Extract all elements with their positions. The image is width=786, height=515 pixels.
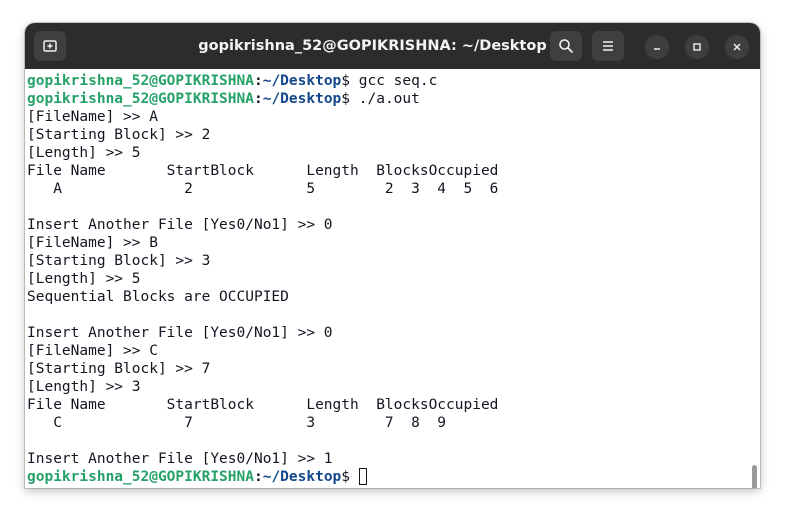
output-line: File Name StartBlock Length BlocksOccupi… bbox=[27, 163, 499, 179]
prompt-user-host: gopikrishna_52@GOPIKRISHNA bbox=[27, 469, 254, 485]
new-tab-button[interactable] bbox=[34, 31, 66, 61]
output-line: [Starting Block] >> 7 bbox=[27, 361, 211, 377]
prompt-user-host: gopikrishna_52@GOPIKRISHNA bbox=[27, 91, 254, 107]
command-text bbox=[350, 469, 359, 485]
window-title: gopikrishna_52@GOPIKRISHNA: ~/Desktop bbox=[198, 38, 547, 54]
prompt-symbol: $ bbox=[341, 73, 351, 89]
prompt-colon: : bbox=[253, 73, 263, 89]
title-bar: gopikrishna_52@GOPIKRISHNA: ~/Desktop bbox=[25, 23, 760, 69]
command-text: gcc seq.c bbox=[350, 73, 438, 89]
prompt-user-host: gopikrishna_52@GOPIKRISHNA bbox=[27, 73, 254, 89]
minimize-button[interactable] bbox=[645, 35, 669, 59]
prompt-path: ~/Desktop bbox=[262, 91, 342, 107]
maximize-icon bbox=[693, 43, 701, 51]
terminal-output[interactable]: gopikrishna_52@GOPIKRISHNA:~/Desktop$ gc… bbox=[25, 69, 760, 488]
search-icon bbox=[559, 39, 573, 53]
minimize-icon bbox=[654, 48, 660, 50]
prompt-line: gopikrishna_52@GOPIKRISHNA:~/Desktop$ bbox=[27, 468, 498, 486]
output-line: File Name StartBlock Length BlocksOccupi… bbox=[27, 397, 499, 413]
output-line: Insert Another File [Yes0/No1] >> 0 bbox=[27, 217, 333, 233]
output-line: Sequential Blocks are OCCUPIED bbox=[27, 289, 289, 305]
output-line: [Starting Block] >> 2 bbox=[27, 127, 211, 143]
output-line: [FileName] >> A bbox=[27, 109, 158, 125]
prompt-colon: : bbox=[253, 469, 263, 485]
output-line: Insert Another File [Yes0/No1] >> 1 bbox=[27, 451, 333, 467]
output-line: C 7 3 7 8 9 bbox=[27, 415, 447, 431]
prompt-path: ~/Desktop bbox=[262, 73, 342, 89]
command-text: ./a.out bbox=[350, 91, 420, 107]
prompt-path: ~/Desktop bbox=[262, 469, 342, 485]
search-button[interactable] bbox=[550, 31, 582, 61]
text-cursor bbox=[358, 468, 367, 485]
prompt-line: gopikrishna_52@GOPIKRISHNA:~/Desktop$ gc… bbox=[27, 72, 498, 90]
menu-button[interactable] bbox=[592, 31, 624, 61]
close-icon bbox=[733, 43, 741, 51]
output-line: [FileName] >> C bbox=[27, 343, 158, 359]
new-tab-icon bbox=[43, 40, 57, 52]
terminal-window: gopikrishna_52@GOPIKRISHNA: ~/Desktop go… bbox=[25, 23, 760, 488]
prompt-colon: : bbox=[253, 91, 263, 107]
output-line: Insert Another File [Yes0/No1] >> 0 bbox=[27, 325, 333, 341]
maximize-button[interactable] bbox=[685, 35, 709, 59]
output-line: [FileName] >> B bbox=[27, 235, 158, 251]
output-line: [Length] >> 3 bbox=[27, 379, 141, 395]
output-line: [Starting Block] >> 3 bbox=[27, 253, 211, 269]
terminal-lines: gopikrishna_52@GOPIKRISHNA:~/Desktop$ gc… bbox=[27, 72, 498, 486]
output-line: [Length] >> 5 bbox=[27, 271, 141, 287]
prompt-line: gopikrishna_52@GOPIKRISHNA:~/Desktop$ ./… bbox=[27, 90, 498, 108]
output-line: [Length] >> 5 bbox=[27, 145, 141, 161]
hamburger-menu-icon bbox=[603, 41, 613, 51]
output-line: A 2 5 2 3 4 5 6 bbox=[27, 181, 499, 197]
prompt-symbol: $ bbox=[341, 469, 351, 485]
scrollbar[interactable] bbox=[752, 465, 757, 488]
prompt-symbol: $ bbox=[341, 91, 351, 107]
close-button[interactable] bbox=[725, 35, 749, 59]
